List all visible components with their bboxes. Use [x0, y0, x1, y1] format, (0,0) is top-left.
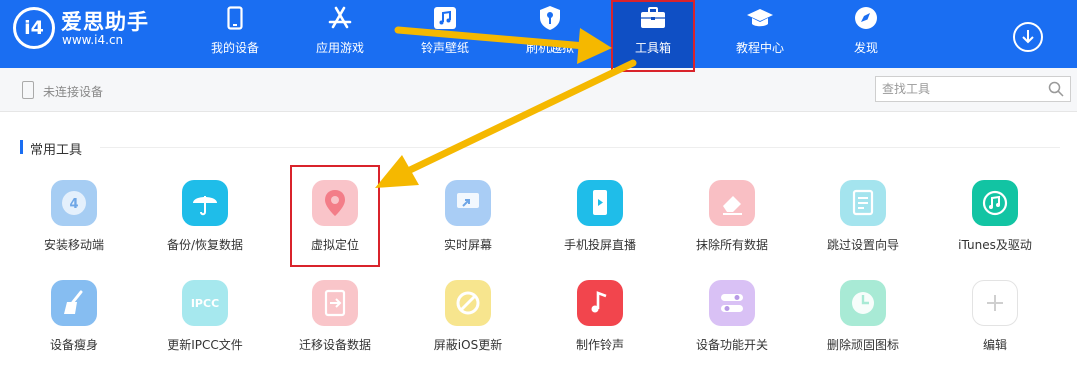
- nav-label: 铃声壁纸: [420, 41, 469, 55]
- app-logo[interactable]: i4: [13, 7, 55, 49]
- tool-backup-restore[interactable]: 备份/恢复数据: [140, 180, 270, 253]
- nav-flash-jailbreak[interactable]: 刷机越狱: [505, 0, 595, 68]
- section-title: 常用工具: [30, 143, 83, 158]
- tool-delete-stubborn-icons[interactable]: 删除顽固图标: [798, 280, 928, 353]
- music-icon: [430, 5, 460, 31]
- toolbox-highlight-box: [611, 0, 695, 72]
- search-icon[interactable]: [1048, 81, 1064, 97]
- delete-icon-icon: [840, 280, 886, 326]
- app-name: 爱思助手: [61, 10, 149, 34]
- toggle-switch-icon: [709, 280, 755, 326]
- section-accent-bar: [20, 140, 23, 154]
- svg-text:4: 4: [69, 197, 78, 212]
- eraser-icon: [709, 180, 755, 226]
- download-arrow-icon: [1022, 30, 1034, 44]
- nav-label: 教程中心: [735, 41, 784, 55]
- itunes-icon: [972, 180, 1018, 226]
- umbrella-icon: [182, 180, 228, 226]
- tool-label: 屏蔽iOS更新: [433, 338, 503, 352]
- tool-search-box[interactable]: [875, 76, 1071, 102]
- tool-label: 制作铃声: [575, 338, 624, 352]
- tool-label: iTunes及驱动: [958, 238, 1032, 252]
- nav-tutorial-center[interactable]: 教程中心: [715, 0, 805, 68]
- tool-search-input[interactable]: [876, 77, 1036, 101]
- tool-install-mobile[interactable]: 4 安装移动端: [9, 180, 139, 253]
- tool-label: 删除顽固图标: [826, 338, 899, 352]
- tool-block-ios-update[interactable]: 屏蔽iOS更新: [403, 280, 533, 353]
- tool-label: 编辑: [982, 338, 1007, 352]
- tool-label: 更新IPCC文件: [167, 338, 243, 352]
- logo-text: i4: [24, 17, 44, 39]
- tool-label: 抹除所有数据: [695, 238, 768, 252]
- nav-label: 我的设备: [210, 41, 259, 55]
- migrate-data-icon: [312, 280, 358, 326]
- compass-icon: [851, 5, 881, 31]
- broom-icon: [51, 280, 97, 326]
- install-mobile-icon: 4: [51, 180, 97, 226]
- device-status-text: 未连接设备: [43, 85, 104, 99]
- nav-label: 应用游戏: [315, 41, 364, 55]
- tool-phone-cast-live[interactable]: 手机投屏直播: [535, 180, 665, 253]
- top-navigation-bar: i4 爱思助手 www.i4.cn 我的设备 应用游戏 铃声壁纸 刷机越狱 工具…: [0, 0, 1077, 68]
- tool-label: 设备功能开关: [695, 338, 768, 352]
- section-divider: [100, 147, 1060, 148]
- tool-edit[interactable]: 编辑: [930, 280, 1060, 353]
- nav-discover[interactable]: 发现: [821, 0, 911, 68]
- tool-label: 安装移动端: [43, 238, 104, 252]
- ipcc-text: IPCC: [190, 296, 220, 310]
- nav-label: 刷机越狱: [525, 41, 574, 55]
- plus-icon: [972, 280, 1018, 326]
- tool-skip-setup[interactable]: 跳过设置向导: [798, 180, 928, 253]
- screen-mirror-icon: [445, 180, 491, 226]
- tool-label: 设备瘦身: [49, 338, 98, 352]
- tool-erase-all-data[interactable]: 抹除所有数据: [667, 180, 797, 253]
- tool-make-ringtone[interactable]: 制作铃声: [535, 280, 665, 353]
- tool-label: 备份/恢复数据: [166, 238, 244, 252]
- virtual-location-highlight-box: [290, 165, 380, 267]
- device-icon: [22, 81, 34, 99]
- device-status-bar: 未连接设备: [0, 68, 1077, 112]
- block-update-icon: [445, 280, 491, 326]
- tool-device-slim[interactable]: 设备瘦身: [9, 280, 139, 353]
- shield-key-icon: [535, 5, 565, 31]
- tool-device-feature-toggles[interactable]: 设备功能开关: [667, 280, 797, 353]
- download-button[interactable]: [1013, 22, 1043, 52]
- graduation-cap-icon: [745, 5, 775, 31]
- ringtone-note-icon: [577, 280, 623, 326]
- app-store-icon: [325, 5, 355, 31]
- tool-realtime-screen[interactable]: 实时屏幕: [403, 180, 533, 253]
- app-url: www.i4.cn: [62, 33, 124, 47]
- tool-update-ipcc[interactable]: IPCC 更新IPCC文件: [140, 280, 270, 353]
- skip-setup-icon: [840, 180, 886, 226]
- phone-cast-icon: [577, 180, 623, 226]
- tool-label: 实时屏幕: [443, 238, 492, 252]
- tool-label: 迁移设备数据: [298, 338, 371, 352]
- next-section-peek: [20, 384, 80, 390]
- nav-ringtones-wallpapers[interactable]: 铃声壁纸: [400, 0, 490, 68]
- phone-icon: [220, 5, 250, 31]
- nav-label: 发现: [853, 41, 878, 55]
- nav-apps-games[interactable]: 应用游戏: [295, 0, 385, 68]
- nav-my-device[interactable]: 我的设备: [190, 0, 280, 68]
- tool-migrate-device-data[interactable]: 迁移设备数据: [270, 280, 400, 353]
- tool-label: 跳过设置向导: [826, 238, 899, 252]
- ipcc-icon: IPCC: [182, 280, 228, 326]
- tool-itunes-driver[interactable]: iTunes及驱动: [930, 180, 1060, 253]
- tool-label: 手机投屏直播: [563, 238, 636, 252]
